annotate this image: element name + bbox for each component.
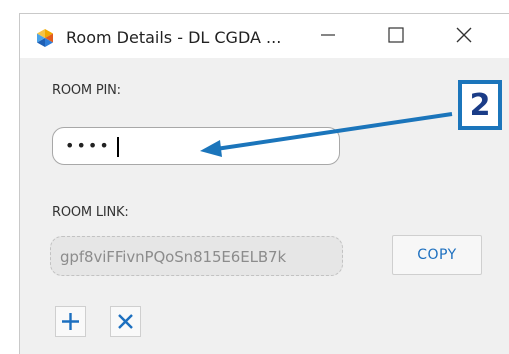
close-button[interactable] xyxy=(446,20,482,50)
room-link-value: gpf8viFFivnPQoSn815E6ELB7k xyxy=(60,248,287,266)
remove-icon xyxy=(118,314,133,329)
room-details-window xyxy=(19,13,509,354)
copy-button[interactable]: COPY xyxy=(392,235,482,275)
add-icon xyxy=(62,313,79,330)
step-number-badge: 2 xyxy=(458,80,502,130)
room-pin-label: ROOM PIN: xyxy=(52,83,121,98)
window-title: Room Details - DL CGDA ... xyxy=(66,28,282,47)
maximize-icon xyxy=(388,27,404,43)
room-link-label: ROOM LINK: xyxy=(52,205,129,220)
add-button[interactable] xyxy=(55,306,86,337)
minimize-icon xyxy=(321,34,335,36)
room-pin-input[interactable]: •••• xyxy=(52,127,340,165)
remove-button[interactable] xyxy=(110,306,141,337)
close-icon xyxy=(456,27,472,43)
room-link-field[interactable]: gpf8viFFivnPQoSn815E6ELB7k xyxy=(50,236,343,276)
room-pin-value: •••• xyxy=(65,136,111,155)
minimize-button[interactable] xyxy=(310,20,346,50)
app-logo-icon xyxy=(37,29,53,47)
maximize-button[interactable] xyxy=(378,20,414,50)
text-caret xyxy=(117,137,119,157)
